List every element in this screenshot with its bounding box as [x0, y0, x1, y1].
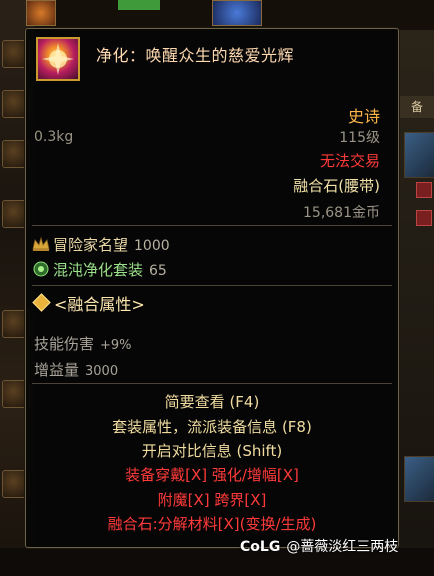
enchant-restriction-line: 附魔[X] 跨界[X]	[157, 491, 267, 509]
watermark: CoLG @蔷薇淡红三两枝	[240, 536, 398, 556]
item-tooltip: 净化：唤醒众生的慈爱光辉 史诗 0.3kg 115级 无法交易 融合石(腰带) …	[25, 28, 399, 548]
character-portrait	[404, 132, 434, 178]
divider	[32, 383, 392, 384]
attr-value: +9%	[100, 338, 132, 353]
fusion-props-title: <融合属性>	[54, 295, 145, 314]
set-row: 混沌净化套装 65	[32, 259, 167, 280]
top-item-slot[interactable]	[212, 0, 262, 26]
set-value: 65	[149, 263, 167, 279]
compare-hint[interactable]: 开启对比信息 (Shift)	[26, 440, 398, 461]
right-panel-tab[interactable]: 备	[400, 96, 434, 118]
close-icon[interactable]	[416, 182, 432, 198]
fusion-type: 融合石(腰带)	[293, 177, 380, 195]
attr-label: 技能伤害	[34, 335, 95, 353]
close-icon[interactable]	[416, 210, 432, 226]
watermark-text: @蔷薇淡红三两枝	[286, 539, 399, 555]
item-weight: 0.3kg	[34, 129, 74, 145]
divider	[32, 285, 392, 286]
diamond-icon	[32, 293, 51, 312]
attr-row: 技能伤害 +9%	[34, 333, 132, 354]
set-info-hint[interactable]: 套装属性，流派装备信息 (F8)	[26, 416, 398, 437]
rarity-label: 史诗	[347, 107, 380, 126]
set-emblem-icon	[32, 261, 50, 277]
divider	[32, 225, 392, 226]
trade-status: 无法交易	[319, 152, 380, 170]
attr-value: 3000	[85, 364, 119, 379]
item-icon	[36, 37, 80, 81]
item-level: 115级	[339, 130, 380, 146]
set-name[interactable]: 混沌净化套装	[53, 261, 143, 279]
character-portrait	[404, 456, 434, 502]
arrow-icon	[118, 0, 160, 10]
equip-restriction-line: 装备穿戴[X] 强化/增幅[X]	[125, 466, 299, 484]
fame-label: 冒险家名望	[53, 236, 129, 254]
fame-value: 1000	[134, 238, 170, 254]
brief-view-hint[interactable]: 简要查看 (F4)	[26, 391, 398, 412]
attr-row: 增益量 3000	[34, 359, 118, 380]
item-price: 15,681金币	[303, 205, 380, 221]
watermark-logo: CoLG	[240, 539, 281, 555]
fusion-restriction-line: 融合石:分解材料[X](变换/生成)	[107, 515, 317, 533]
top-item-slot[interactable]	[26, 0, 56, 26]
fame-row: 冒险家名望 1000	[32, 234, 170, 255]
attr-label: 增益量	[34, 361, 80, 379]
crown-icon	[32, 236, 50, 252]
item-name: 净化：唤醒众生的慈爱光辉	[96, 46, 295, 65]
fusion-props-header: <融合属性>	[32, 291, 145, 315]
